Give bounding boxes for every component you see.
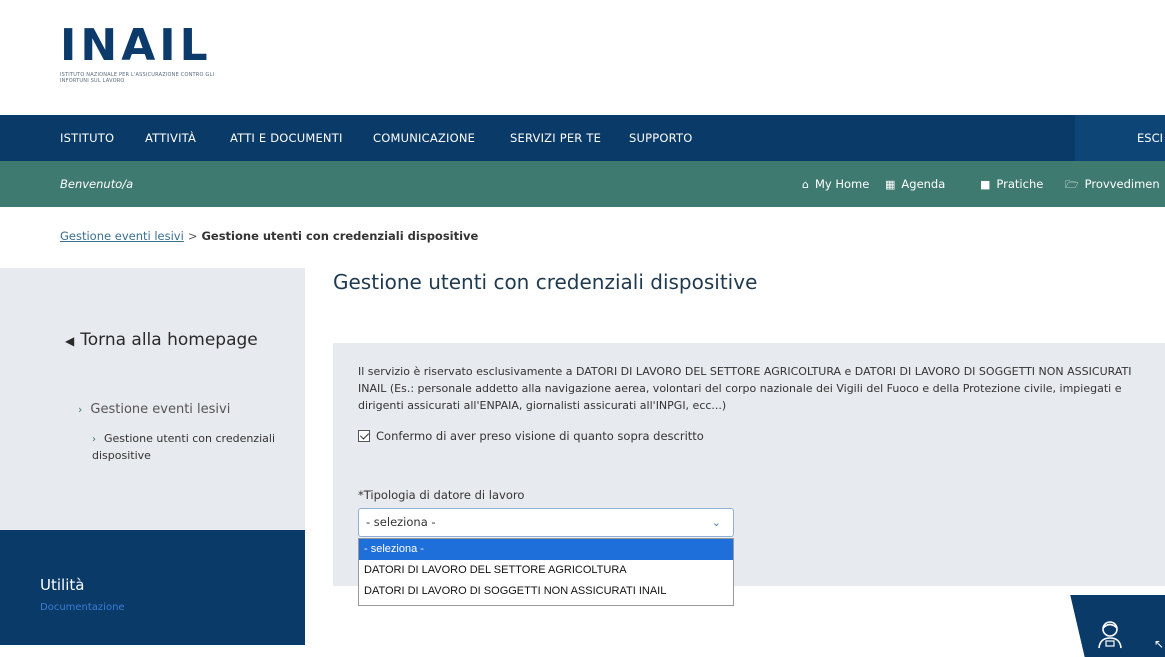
logo-subtitle: ISTITUTO NAZIONALE PER L'ASSICURAZIONE C… [60,72,215,84]
nav-supporto[interactable]: SUPPORTO [629,115,692,161]
sidebar-item-gestione-utenti[interactable]: › Gestione utenti con credenziali disposi… [92,431,292,464]
assistant-icon [1098,621,1122,649]
folder-open-icon: 🗁 [1065,178,1079,191]
option-agricoltura[interactable]: DATORI DI LAVORO DEL SETTORE AGRICOLTURA [359,560,733,581]
page-title: Gestione utenti con credenziali disposit… [333,270,758,294]
select-value: - seleziona - [366,515,436,529]
employer-type-select[interactable]: - seleziona - ⌄ [358,508,734,537]
breadcrumb-current: Gestione utenti con credenziali disposit… [201,229,479,243]
service-info-text: Il servizio è riservato esclusivamente a… [358,365,1132,412]
nav-istituto[interactable]: ISTITUTO [60,115,114,161]
expand-arrow-icon: ↖ [1154,637,1165,651]
chevron-right-icon: › [92,434,96,445]
option-non-assicurati[interactable]: DATORI DI LAVORO DI SOGGETTI NON ASSICUR… [359,581,733,602]
quicklink-agenda[interactable]: ▦ Agenda [885,161,945,208]
checkbox-checked-icon[interactable] [358,430,370,442]
folder-icon: ■ [980,178,991,191]
caret-left-icon: ◀ [65,334,75,348]
nav-comunicazione[interactable]: COMUNICAZIONE [373,115,475,161]
employer-type-label: *Tipologia di datore di lavoro [358,488,525,502]
nav-servizi[interactable]: SERVIZI PER TE [510,115,601,161]
nav-attivita[interactable]: ATTIVITÀ [145,115,196,161]
employer-type-dropdown: - seleziona - DATORI DI LAVORO DEL SETTO… [358,538,734,606]
quicklink-provvedimenti[interactable]: 🗁 Provvedimen [1065,161,1160,208]
utility-box: Utilità Documentazione [0,530,305,645]
documentation-link[interactable]: Documentazione [40,602,125,613]
assistant-button[interactable]: ↖ [1070,595,1165,657]
confirm-label: Confermo di aver preso visione di quanto… [376,429,704,443]
logout-button[interactable]: ESCI [1075,115,1165,161]
quicklink-pratiche[interactable]: ■ Pratiche [980,161,1043,208]
confirm-checkbox[interactable]: Confermo di aver preso visione di quanto… [358,429,704,443]
sub-nav: Benvenuto/a ⌂ My Home ▦ Agenda ■ Pratiche 🗁… [0,161,1165,207]
breadcrumb: Gestione eventi lesivi > Gestione utenti c… [60,229,478,243]
utility-title: Utilità [40,576,85,594]
chevron-right-icon: › [78,403,83,416]
inail-logo[interactable]: INAIL ISTITUTO NAZIONALE PER L'ASSICURAZ… [60,20,230,85]
nav-atti-documenti[interactable]: ATTI E DOCUMENTI [230,115,343,161]
breadcrumb-link[interactable]: Gestione eventi lesivi [60,229,184,243]
welcome-text: Benvenuto/a [60,177,134,191]
quicklink-my-home[interactable]: ⌂ My Home [802,161,869,208]
home-icon: ⌂ [802,178,809,191]
sidebar-item-gestione-eventi[interactable]: › Gestione eventi lesivi [78,402,230,417]
top-nav: ISTITUTO ATTIVITÀ ATTI E DOCUMENTI COMUN… [0,115,1165,161]
logo-mark: INAIL [60,20,212,71]
option-seleziona[interactable]: - seleziona - [359,539,733,560]
chevron-down-icon: ⌄ [711,516,721,529]
breadcrumb-separator: > [187,229,198,243]
back-to-homepage-link[interactable]: ◀ Torna alla homepage [65,330,258,350]
sidebar: ◀ Torna alla homepage › Gestione eventi le… [0,268,305,530]
calendar-icon: ▦ [885,178,896,191]
